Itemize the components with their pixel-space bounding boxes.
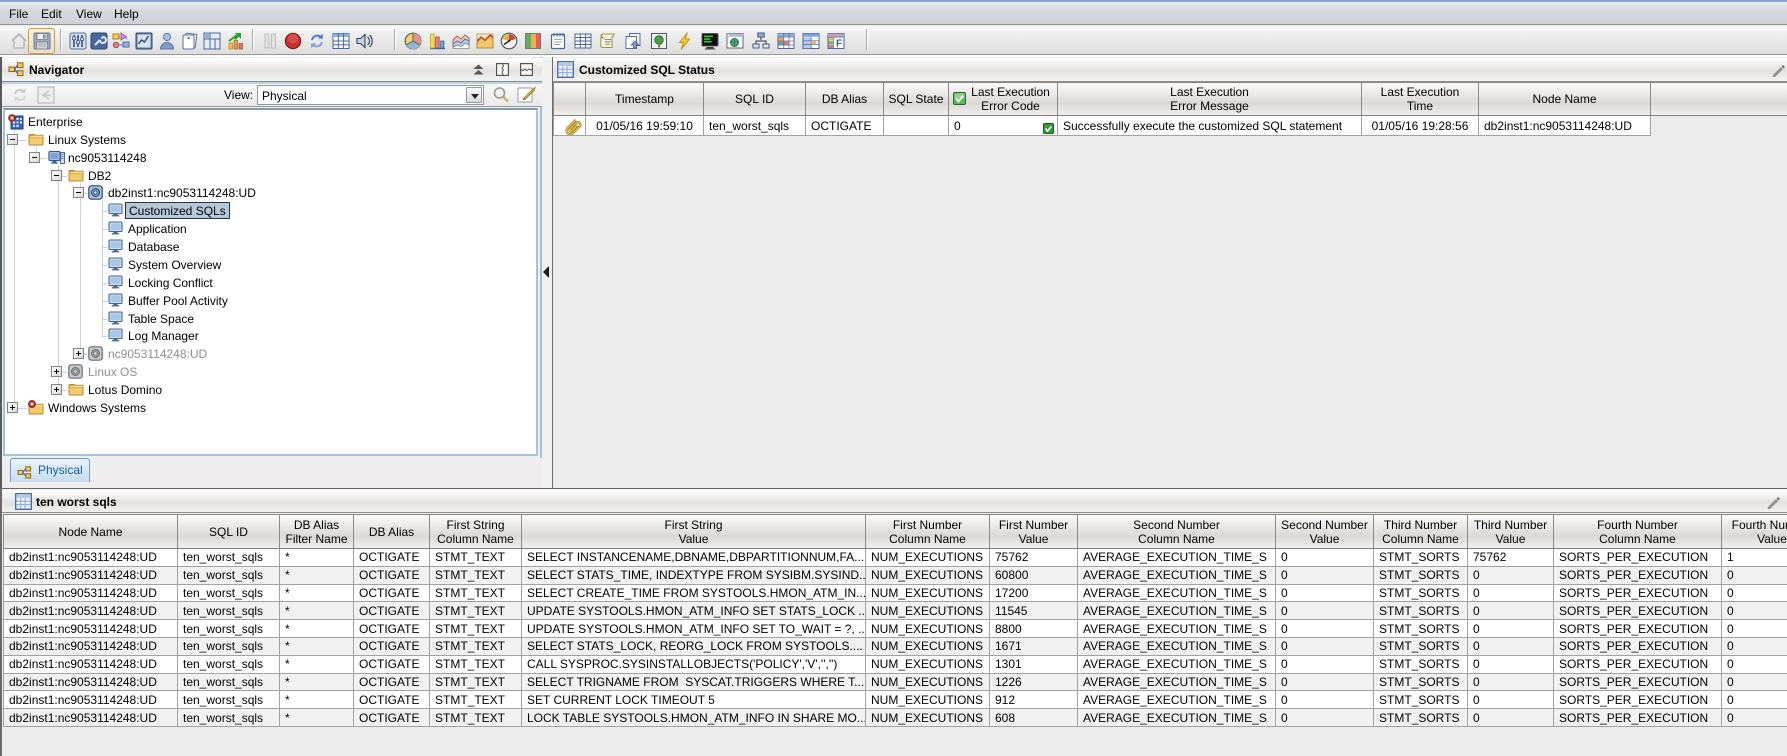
svg-text:F: F <box>836 39 842 50</box>
